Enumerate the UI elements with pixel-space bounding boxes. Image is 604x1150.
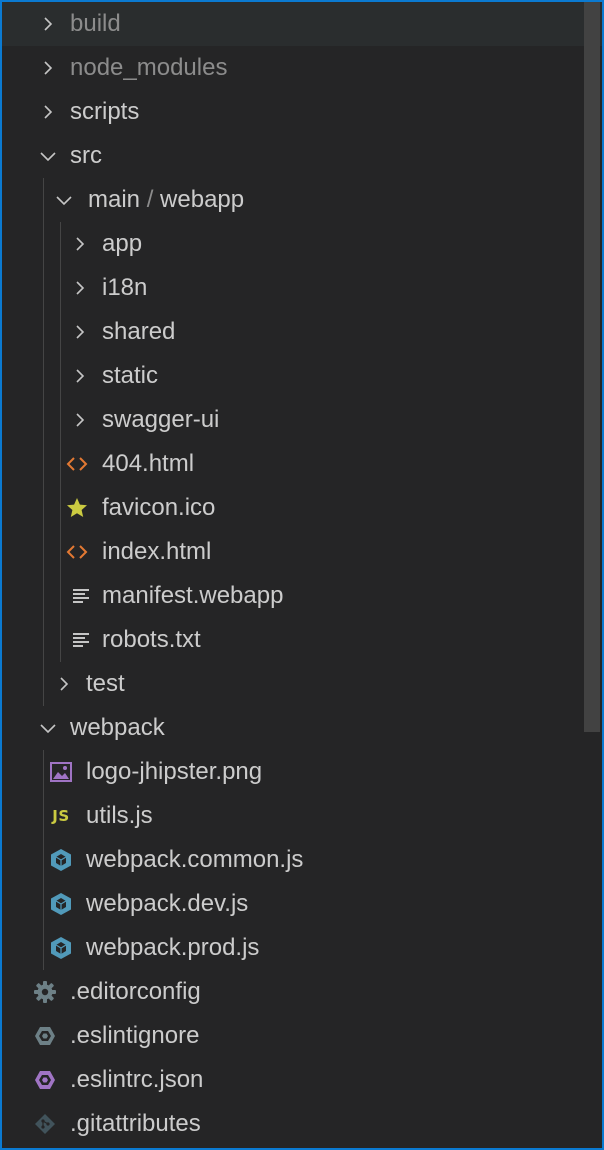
- tree-item-main-webapp[interactable]: main / webapp: [2, 178, 602, 222]
- tree-item-build[interactable]: build: [2, 2, 602, 46]
- chevron-down-icon[interactable]: [37, 134, 59, 178]
- tree-item-index-html[interactable]: index.html: [2, 530, 602, 574]
- tree-item-logo-jhipster-png[interactable]: logo-jhipster.png: [2, 750, 602, 794]
- tree-item-scripts[interactable]: scripts: [2, 90, 602, 134]
- tree-item-gitattributes[interactable]: .gitattributes: [2, 1102, 602, 1146]
- tree-item-label: scripts: [70, 98, 140, 125]
- tree-item-label: manifest.webapp: [102, 582, 284, 609]
- path-separator: /: [146, 186, 154, 213]
- eslint-hex-icon: [34, 1014, 56, 1058]
- tree-item-label: .eslintrc.json: [70, 1066, 204, 1093]
- tree-item-robots-txt[interactable]: robots.txt: [2, 618, 602, 662]
- tree-item-editorconfig[interactable]: .editorconfig: [2, 970, 602, 1014]
- tree-item-label: test: [86, 670, 125, 697]
- webpack-cube-icon: [50, 838, 72, 882]
- path-segment-main: main: [88, 186, 141, 213]
- image-icon: [50, 750, 72, 794]
- tree-item-shared[interactable]: shared: [2, 310, 602, 354]
- tree-item-label: webpack.common.js: [86, 846, 304, 873]
- tree-item-label: 404.html: [102, 450, 195, 477]
- tree-item-label: app: [102, 230, 143, 257]
- tree-item-webpack-prod-js[interactable]: webpack.prod.js: [2, 926, 602, 970]
- tree-item-label: build: [70, 10, 121, 37]
- tree-item-test[interactable]: test: [2, 662, 602, 706]
- tree-item-label: index.html: [102, 538, 212, 565]
- tree-item-static[interactable]: static: [2, 354, 602, 398]
- tree-item-i18n[interactable]: i18n: [2, 266, 602, 310]
- tree-item-label: src: [70, 142, 102, 169]
- chevron-right-icon[interactable]: [69, 222, 91, 266]
- chevron-right-icon[interactable]: [69, 354, 91, 398]
- webpack-cube-icon: [50, 926, 72, 970]
- tree-item-label: main / webapp: [88, 178, 244, 222]
- chevron-right-icon[interactable]: [37, 2, 59, 46]
- tree-item-eslintrc-json[interactable]: .eslintrc.json: [2, 1058, 602, 1102]
- tree-item-src[interactable]: src: [2, 134, 602, 178]
- chevron-down-icon[interactable]: [37, 706, 59, 750]
- tree-item-404-html[interactable]: 404.html: [2, 442, 602, 486]
- html-icon: [66, 530, 88, 574]
- tree-item-label: .editorconfig: [70, 978, 201, 1005]
- tree-item-label: swagger-ui: [102, 406, 220, 433]
- tree-item-webpack-common-js[interactable]: webpack.common.js: [2, 838, 602, 882]
- chevron-down-icon[interactable]: [53, 178, 75, 222]
- tree-item-label: webpack.dev.js: [86, 890, 249, 917]
- chevron-right-icon[interactable]: [37, 46, 59, 90]
- chevron-right-icon[interactable]: [69, 266, 91, 310]
- tree-item-label: i18n: [102, 274, 148, 301]
- file-tree: build node_modules scripts src main / we…: [2, 2, 602, 1146]
- tree-item-swagger-ui[interactable]: swagger-ui: [2, 398, 602, 442]
- eslint-hex-purple-icon: [34, 1058, 56, 1102]
- js-icon: JS: [52, 807, 70, 825]
- gear-icon: [34, 970, 56, 1014]
- star-icon: [66, 486, 88, 530]
- tree-item-label: webpack: [70, 714, 165, 741]
- tree-item-label: logo-jhipster.png: [86, 758, 263, 785]
- tree-item-label: webpack.prod.js: [86, 934, 260, 961]
- vertical-scrollbar-thumb[interactable]: [584, 2, 600, 732]
- chevron-right-icon[interactable]: [53, 662, 75, 706]
- tree-item-label: robots.txt: [102, 626, 201, 653]
- text-lines-icon: [70, 574, 92, 618]
- tree-item-webpack-dev-js[interactable]: webpack.dev.js: [2, 882, 602, 926]
- webpack-cube-icon: [50, 882, 72, 926]
- text-lines-icon: [70, 618, 92, 662]
- tree-item-label: static: [102, 362, 159, 389]
- tree-item-favicon-ico[interactable]: favicon.ico: [2, 486, 602, 530]
- chevron-right-icon[interactable]: [37, 90, 59, 134]
- html-icon: [66, 442, 88, 486]
- tree-item-label: favicon.ico: [102, 494, 216, 521]
- tree-item-utils-js[interactable]: JS utils.js: [2, 794, 602, 838]
- chevron-right-icon[interactable]: [69, 310, 91, 354]
- indent-guide: [43, 750, 44, 970]
- chevron-right-icon[interactable]: [69, 398, 91, 442]
- file-explorer-panel: build node_modules scripts src main / we…: [0, 0, 604, 1150]
- tree-item-eslintignore[interactable]: .eslintignore: [2, 1014, 602, 1058]
- git-icon: [34, 1102, 56, 1146]
- tree-item-label: .gitattributes: [70, 1110, 201, 1137]
- tree-item-webpack[interactable]: webpack: [2, 706, 602, 750]
- tree-item-label: shared: [102, 318, 176, 345]
- tree-item-manifest-webapp[interactable]: manifest.webapp: [2, 574, 602, 618]
- tree-item-node-modules[interactable]: node_modules: [2, 46, 602, 90]
- path-segment-webapp: webapp: [160, 186, 245, 213]
- tree-item-label: utils.js: [86, 802, 153, 829]
- indent-guide: [43, 178, 44, 706]
- indent-guide: [60, 222, 61, 662]
- tree-item-label: node_modules: [70, 54, 228, 81]
- tree-item-label: .eslintignore: [70, 1022, 200, 1049]
- tree-item-app[interactable]: app: [2, 222, 602, 266]
